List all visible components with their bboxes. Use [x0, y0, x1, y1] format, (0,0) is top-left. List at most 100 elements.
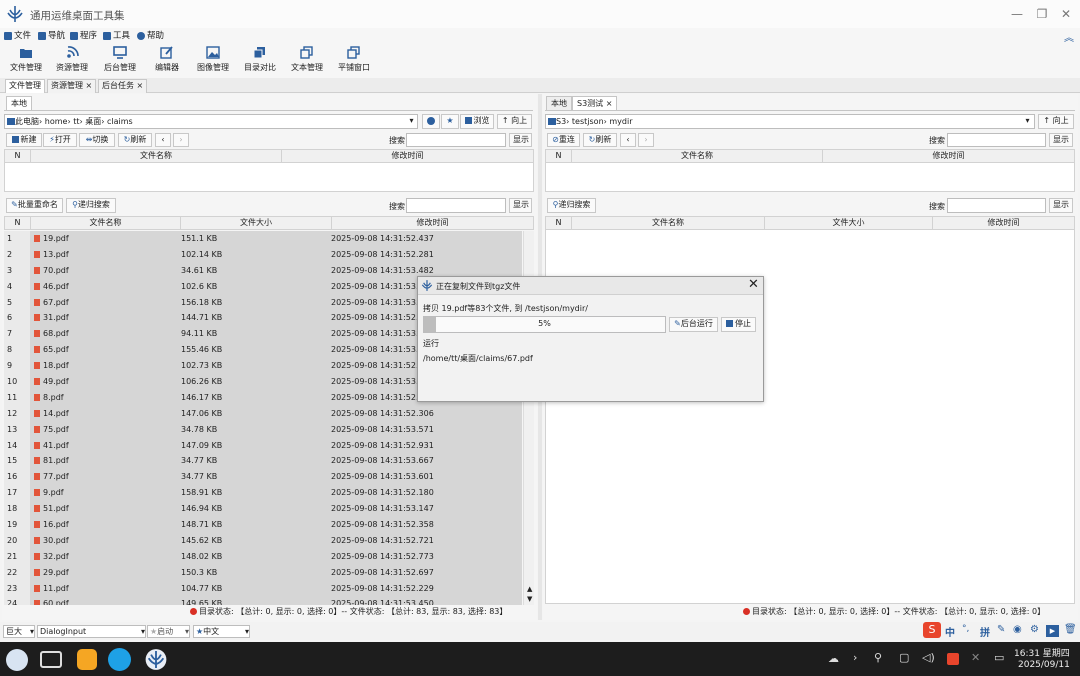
cloud-icon[interactable]: ☁ [828, 652, 839, 665]
app-logo-icon[interactable] [145, 647, 167, 672]
col-n[interactable]: N [546, 217, 572, 229]
search-input[interactable] [406, 133, 506, 147]
volume-icon[interactable]: ◁) [922, 651, 935, 664]
path-breadcrumb[interactable]: 此电脑› home› tt› 桌面› claims [4, 114, 418, 129]
minimize-button[interactable]: — [1009, 6, 1025, 22]
browse-button[interactable]: 浏览 [460, 114, 494, 129]
language-select[interactable]: ★中文 ▾ [193, 625, 250, 638]
path-dropdown-icon[interactable]: ▾ [405, 115, 418, 128]
show-button[interactable]: 显示 [1049, 133, 1073, 147]
table-row[interactable]: 12 14.pdf 147.06 KB 2025-09-08 14:31:52.306 [4, 405, 522, 422]
tab-local[interactable]: 本地 [6, 96, 32, 110]
tab-background-tasks[interactable]: 后台任务 × [98, 79, 148, 93]
backend-manager-tool[interactable]: 后台管理 [96, 44, 144, 78]
dir-compare-tool[interactable]: 目录对比 [236, 44, 284, 78]
favorite-button[interactable]: ★ [441, 114, 459, 129]
path-dropdown-icon[interactable]: ▾ [1021, 115, 1034, 128]
clock-date[interactable]: 2025/09/11 [1018, 660, 1070, 670]
forward-button[interactable]: › [638, 133, 654, 147]
device-icon[interactable]: ▢ [899, 651, 909, 664]
browser-icon[interactable] [108, 648, 131, 671]
table-row[interactable]: 20 30.pdf 145.62 KB 2025-09-08 14:31:52.721 [4, 532, 522, 549]
back-button[interactable]: ‹ [620, 133, 636, 147]
tab-s3-test[interactable]: S3测试 × [572, 96, 618, 110]
col-n[interactable]: N [5, 150, 31, 162]
reconnect-button[interactable]: ⊘重连 [547, 133, 580, 147]
size-select[interactable]: 巨大 ▾ [3, 625, 35, 638]
path-part[interactable]: home [45, 117, 68, 126]
clock-time[interactable]: 16:31 星期四 [1014, 646, 1070, 659]
network-icon[interactable]: ✕ [971, 651, 980, 664]
table-row[interactable]: 13 75.pdf 34.78 KB 2025-09-08 14:31:53.571 [4, 421, 522, 438]
new-button[interactable]: 新建 [6, 133, 42, 147]
close-tab-icon[interactable]: × [86, 81, 93, 90]
trash-icon[interactable]: 🗑 [1064, 624, 1077, 635]
input-mode-select[interactable]: DialogInput ▾ [37, 625, 146, 638]
table-row[interactable]: 22 29.pdf 150.3 KB 2025-09-08 14:31:52.697 [4, 564, 522, 581]
file-show-button[interactable]: 显示 [1049, 198, 1073, 213]
search-icon[interactable]: ⚲ [874, 651, 882, 664]
table-row[interactable]: 14 41.pdf 147.09 KB 2025-09-08 14:31:52.931 [4, 437, 522, 454]
dir-table[interactable] [545, 163, 1075, 192]
back-button[interactable]: ‹ [155, 133, 171, 147]
editor-tool[interactable]: 编辑器 [143, 44, 191, 78]
up-button[interactable]: ↑ 向上 [497, 114, 532, 129]
col-name[interactable]: 文件名称 [572, 217, 765, 229]
ime-chinese[interactable]: 中 [945, 624, 955, 639]
col-size[interactable]: 文件大小 [765, 217, 933, 229]
dir-table[interactable] [4, 163, 534, 192]
show-button[interactable]: 显示 [509, 133, 532, 147]
go-button[interactable] [422, 114, 440, 129]
table-row[interactable]: 19 16.pdf 148.71 KB 2025-09-08 14:31:52.358 [4, 517, 522, 533]
refresh-button[interactable]: ↻刷新 [118, 133, 152, 147]
close-tab-icon[interactable]: × [137, 81, 144, 90]
ime-pinyin[interactable]: 拼 [980, 624, 990, 639]
file-search-input[interactable] [406, 198, 506, 213]
tile-windows-tool[interactable]: 平铺窗口 [330, 44, 378, 78]
menu-navigate[interactable]: 导航 [38, 30, 65, 42]
pen-icon[interactable]: ✎ [997, 624, 1005, 635]
table-row[interactable]: 24 60.pdf 149.65 KB 2025-09-08 14:31:53.450 [4, 596, 522, 605]
path-root[interactable]: 此电脑 [15, 117, 39, 126]
scroll-down-icon[interactable]: ▼ [527, 595, 532, 603]
skin-icon[interactable]: ◉ [1013, 624, 1022, 635]
maximize-button[interactable]: ❐ [1034, 6, 1050, 22]
col-name[interactable]: 文件名称 [31, 150, 282, 162]
up-button[interactable]: ↑ 向上 [1038, 114, 1074, 129]
batch-rename-button[interactable]: ✎批量重命名 [6, 198, 63, 213]
col-modified[interactable]: 修改时间 [332, 217, 533, 229]
start-menu-icon[interactable] [6, 649, 28, 671]
notification-icon[interactable]: ▭ [994, 651, 1004, 664]
menu-file[interactable]: 文件 [4, 30, 31, 42]
col-name[interactable]: 文件名称 [31, 217, 181, 229]
recursive-search-button[interactable]: ⚲递归搜索 [66, 198, 116, 213]
refresh-button[interactable]: ↻刷新 [583, 133, 617, 147]
tab-resource-manager[interactable]: 资源管理 × [47, 79, 97, 93]
col-n[interactable]: N [546, 150, 572, 162]
col-modified[interactable]: 修改时间 [933, 217, 1074, 229]
file-search-input[interactable] [947, 198, 1046, 213]
scroll-up-icon[interactable]: ▲ [527, 585, 532, 593]
path-root[interactable]: S3 [556, 117, 566, 126]
forward-button[interactable]: › [173, 133, 189, 147]
run-in-background-button[interactable]: ✎后台运行 [669, 317, 718, 332]
table-row[interactable]: 1 19.pdf 151.1 KB 2025-09-08 14:31:52.437 [4, 231, 522, 247]
sogou-tray-icon[interactable] [947, 653, 959, 665]
file-manager-icon[interactable] [77, 649, 97, 670]
menu-tools[interactable]: 工具 [103, 30, 130, 42]
play-icon[interactable]: ▶ [1046, 625, 1059, 637]
col-size[interactable]: 文件大小 [181, 217, 332, 229]
col-modified[interactable]: 修改时间 [823, 150, 1074, 162]
table-row[interactable]: 16 77.pdf 34.77 KB 2025-09-08 14:31:53.601 [4, 469, 522, 486]
table-row[interactable]: 2 13.pdf 102.14 KB 2025-09-08 14:31:52.281 [4, 246, 522, 263]
tab-local-right[interactable]: 本地 [546, 96, 572, 110]
file-manager-tool[interactable]: 文件管理 [2, 44, 50, 78]
tab-file-manager[interactable]: 文件管理 [5, 79, 45, 93]
file-show-button[interactable]: 显示 [509, 198, 532, 213]
menu-help[interactable]: 帮助 [137, 30, 164, 42]
image-manager-tool[interactable]: 图像管理 [189, 44, 237, 78]
col-n[interactable]: N [5, 217, 31, 229]
s3-path-breadcrumb[interactable]: S3› testjson› mydir [545, 114, 1035, 129]
path-part[interactable]: claims [107, 117, 133, 126]
ime-punctuation[interactable]: °, [962, 624, 969, 634]
